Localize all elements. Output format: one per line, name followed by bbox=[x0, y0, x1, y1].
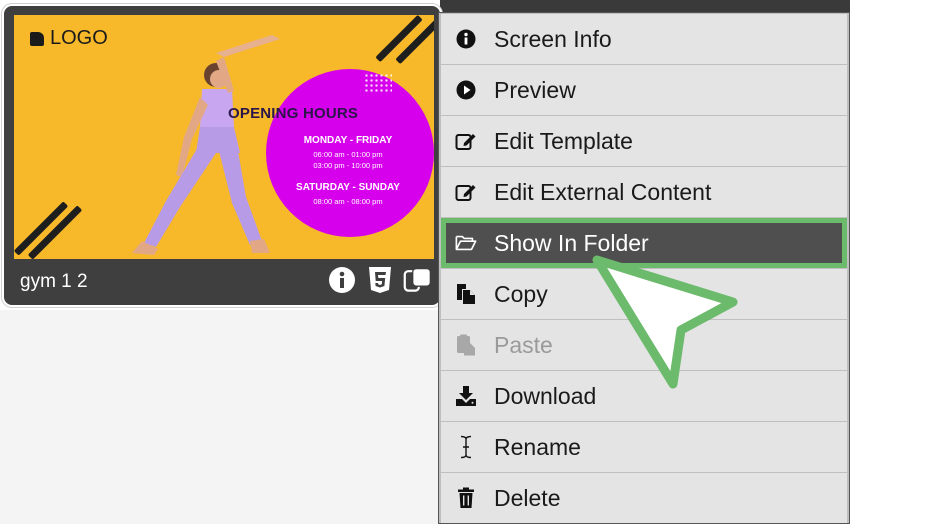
folder-open-icon bbox=[455, 232, 477, 254]
menu-item-label: Delete bbox=[494, 484, 561, 511]
menu-item-show-in-folder[interactable]: Show In Folder bbox=[441, 218, 847, 268]
context-menu: Screen Info Preview Edit Template Edit E… bbox=[438, 12, 850, 524]
model-figure bbox=[132, 35, 280, 255]
copy-icon bbox=[455, 283, 477, 305]
logo-mark-icon bbox=[30, 31, 44, 46]
menu-item-edit-template[interactable]: Edit Template bbox=[441, 116, 847, 166]
menu-item-preview[interactable]: Preview bbox=[441, 65, 847, 115]
html5-icon[interactable] bbox=[365, 265, 395, 295]
card-title: gym 1 2 bbox=[20, 271, 88, 292]
edit-icon bbox=[455, 130, 477, 152]
menu-item-label: Edit External Content bbox=[494, 178, 712, 205]
menu-item-label: Screen Info bbox=[494, 25, 612, 52]
opening-hours-heading: OPENING HOURS bbox=[228, 105, 359, 122]
content-thumbnail[interactable]: LOGO OPENING HOURS MONDAY - FRIDAY 06:00… bbox=[14, 15, 434, 259]
menu-item-label: Copy bbox=[494, 280, 548, 307]
info-circle-icon bbox=[455, 28, 477, 50]
menu-item-label: Paste bbox=[494, 331, 553, 358]
edit-icon bbox=[455, 181, 477, 203]
menu-item-label: Edit Template bbox=[494, 127, 633, 154]
menu-item-label: Show In Folder bbox=[494, 229, 649, 256]
weekend-time-1: 08:00 am - 08:00 pm bbox=[313, 197, 383, 206]
text-cursor-icon bbox=[455, 435, 477, 459]
duplicate-icon[interactable] bbox=[403, 265, 433, 295]
menu-item-edit-external-content[interactable]: Edit External Content bbox=[441, 167, 847, 217]
menu-item-screen-info[interactable]: Screen Info bbox=[441, 14, 847, 64]
background-panel bbox=[0, 310, 440, 524]
weekend-label: SATURDAY - SUNDAY bbox=[296, 182, 400, 193]
dot-pattern bbox=[364, 73, 392, 93]
menu-item-label: Preview bbox=[494, 76, 576, 103]
menu-item-copy[interactable]: Copy bbox=[441, 269, 847, 319]
content-card[interactable]: LOGO OPENING HOURS MONDAY - FRIDAY 06:00… bbox=[2, 4, 442, 307]
menu-item-paste[interactable]: Paste bbox=[441, 320, 847, 370]
play-circle-icon bbox=[455, 79, 477, 101]
trash-icon bbox=[455, 487, 477, 509]
download-icon bbox=[455, 385, 477, 407]
paste-icon bbox=[455, 334, 477, 356]
weekday-label: MONDAY - FRIDAY bbox=[303, 135, 393, 146]
menu-item-rename[interactable]: Rename bbox=[441, 422, 847, 472]
weekday-time-2: 03:00 pm - 10:00 pm bbox=[313, 161, 383, 170]
menu-item-label: Rename bbox=[494, 433, 581, 460]
menu-item-label: Download bbox=[494, 382, 597, 409]
info-icon[interactable] bbox=[327, 265, 357, 295]
weekday-time-1: 06:00 am - 01:00 pm bbox=[313, 150, 383, 159]
menu-item-delete[interactable]: Delete bbox=[441, 473, 847, 523]
menu-item-download[interactable]: Download bbox=[441, 371, 847, 421]
